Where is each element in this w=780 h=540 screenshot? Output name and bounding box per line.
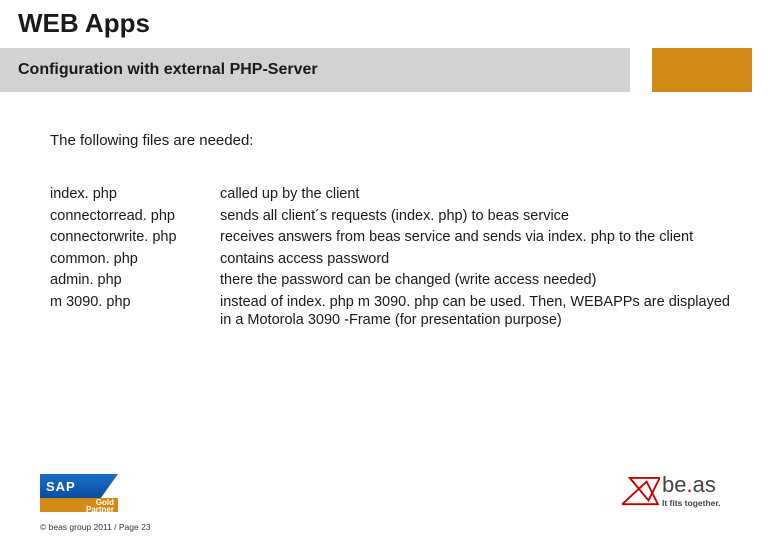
file-name: connectorwrite. php — [50, 228, 216, 247]
beas-brand-text: be.as — [662, 472, 716, 498]
page-title: WEB Apps — [0, 0, 780, 41]
sap-gold-partner-label: Gold Partner — [40, 498, 118, 512]
beas-logo: be.as It fits together. — [622, 472, 752, 518]
file-name: index. php — [50, 185, 216, 204]
subtitle-bar: Configuration with external PHP-Server — [0, 48, 630, 92]
beas-b: b — [662, 472, 674, 497]
footer: SAP Gold Partner be.as It fits together.… — [0, 468, 780, 540]
beas-a: a — [693, 472, 705, 497]
sap-partner-badge: SAP Gold Partner — [40, 474, 118, 512]
beas-triangle-icon — [622, 476, 660, 506]
beas-s: s — [705, 472, 716, 497]
intro-text: The following files are needed: — [50, 132, 730, 149]
file-name: m 3090. php — [50, 293, 216, 330]
file-desc: there the password can be changed (write… — [220, 271, 730, 290]
file-table: index. php called up by the client conne… — [50, 185, 730, 330]
beas-e: e — [674, 472, 686, 497]
file-desc: receives answers from beas service and s… — [220, 228, 730, 247]
beas-tagline: It fits together. — [662, 498, 721, 508]
file-name: common. php — [50, 250, 216, 269]
file-desc: contains access password — [220, 250, 730, 269]
file-desc: instead of index. php m 3090. php can be… — [220, 293, 730, 330]
file-name: connectorread. php — [50, 207, 216, 226]
header-band: WEB Apps Configuration with external PHP… — [0, 0, 780, 98]
copyright-text: © beas group 2011 / Page 23 — [40, 522, 151, 532]
file-desc: called up by the client — [220, 185, 730, 204]
accent-block — [652, 48, 752, 92]
sap-partner-text: Partner — [40, 506, 114, 513]
slide: WEB Apps Configuration with external PHP… — [0, 0, 780, 540]
sap-brand-text: SAP — [40, 479, 76, 494]
file-name: admin. php — [50, 271, 216, 290]
file-desc: sends all client´s requests (index. php)… — [220, 207, 730, 226]
subtitle: Configuration with external PHP-Server — [18, 61, 318, 79]
sap-logo-icon: SAP — [40, 474, 118, 498]
body-content: The following files are needed: index. p… — [0, 98, 780, 330]
